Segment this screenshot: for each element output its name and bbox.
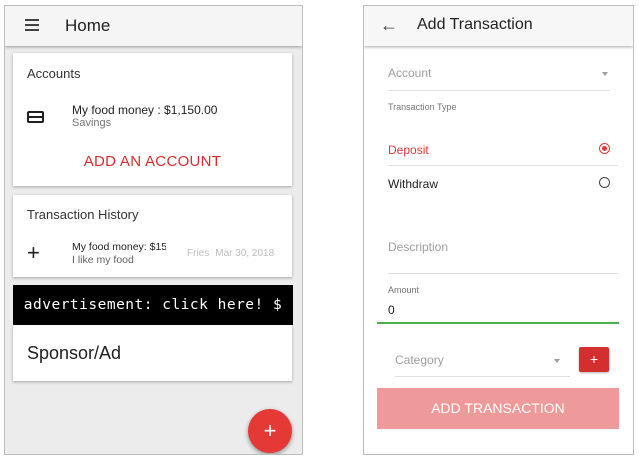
transaction-day: Fries	[187, 248, 210, 259]
home-app-bar: Home	[5, 6, 302, 46]
deposit-radio-button[interactable]	[599, 143, 610, 154]
account-select[interactable]: Account	[388, 66, 431, 80]
amount-label: Amount	[388, 285, 420, 295]
withdraw-label: Withdraw	[388, 177, 439, 191]
deposit-radio-option[interactable]: Deposit	[388, 139, 610, 161]
category-underline	[395, 376, 570, 377]
accounts-heading: Accounts	[27, 66, 81, 81]
accounts-card: Accounts My food money : $1,150.00 Savin…	[13, 53, 292, 186]
add-category-button[interactable]: +	[579, 347, 609, 372]
home-page-title: Home	[65, 16, 111, 35]
sponsor-label: Sponsor/Ad	[27, 343, 122, 363]
credit-card-icon	[27, 111, 44, 123]
account-dropdown-arrow-icon	[602, 72, 608, 76]
add-account-button[interactable]: ADD AN ACCOUNT	[13, 153, 292, 170]
withdraw-radio-option[interactable]: Withdraw	[388, 173, 610, 195]
add-transaction-app-bar: ← Add Transaction	[364, 6, 633, 46]
transaction-note: I like my food	[72, 254, 134, 266]
account-type: Savings	[72, 117, 112, 129]
description-underline	[388, 273, 618, 274]
arrow-left-icon[interactable]: ←	[380, 15, 398, 35]
withdraw-radio-button[interactable]	[599, 177, 610, 188]
transaction-title[interactable]: My food money: $150	[72, 241, 166, 253]
home-screen: Home Accounts My food money : $1,150.00 …	[4, 5, 303, 455]
transaction-date-value: Mar 30, 2018	[215, 248, 275, 259]
add-transaction-button[interactable]: ADD TRANSACTION	[377, 388, 619, 429]
account-underline	[388, 90, 610, 91]
account-title[interactable]: My food money : $1,150.00	[72, 103, 217, 117]
transaction-history-card: Transaction History + My food money: $15…	[13, 195, 292, 277]
add-transaction-title: Add Transaction	[417, 16, 533, 33]
transaction-date: Fries Mar 30, 2018	[187, 248, 274, 259]
category-dropdown-arrow-icon	[554, 359, 560, 363]
add-transaction-screen: ← Add Transaction Account Transaction Ty…	[363, 5, 634, 455]
transaction-history-heading: Transaction History	[27, 207, 139, 222]
add-fab-button[interactable]: +	[248, 409, 292, 453]
type-divider	[388, 165, 618, 166]
plus-icon: +	[27, 240, 40, 265]
amount-input[interactable]: 0	[388, 303, 395, 317]
advertisement-banner[interactable]: advertisement: click here! $	[13, 285, 293, 325]
sponsor-card[interactable]: Sponsor/Ad	[13, 325, 292, 381]
deposit-label: Deposit	[388, 143, 429, 157]
hamburger-menu-icon[interactable]	[25, 19, 39, 31]
amount-focus-underline	[377, 322, 619, 324]
description-input[interactable]: Description	[388, 240, 448, 254]
transaction-type-label: Transaction Type	[388, 102, 457, 112]
category-select[interactable]: Category	[395, 353, 444, 367]
